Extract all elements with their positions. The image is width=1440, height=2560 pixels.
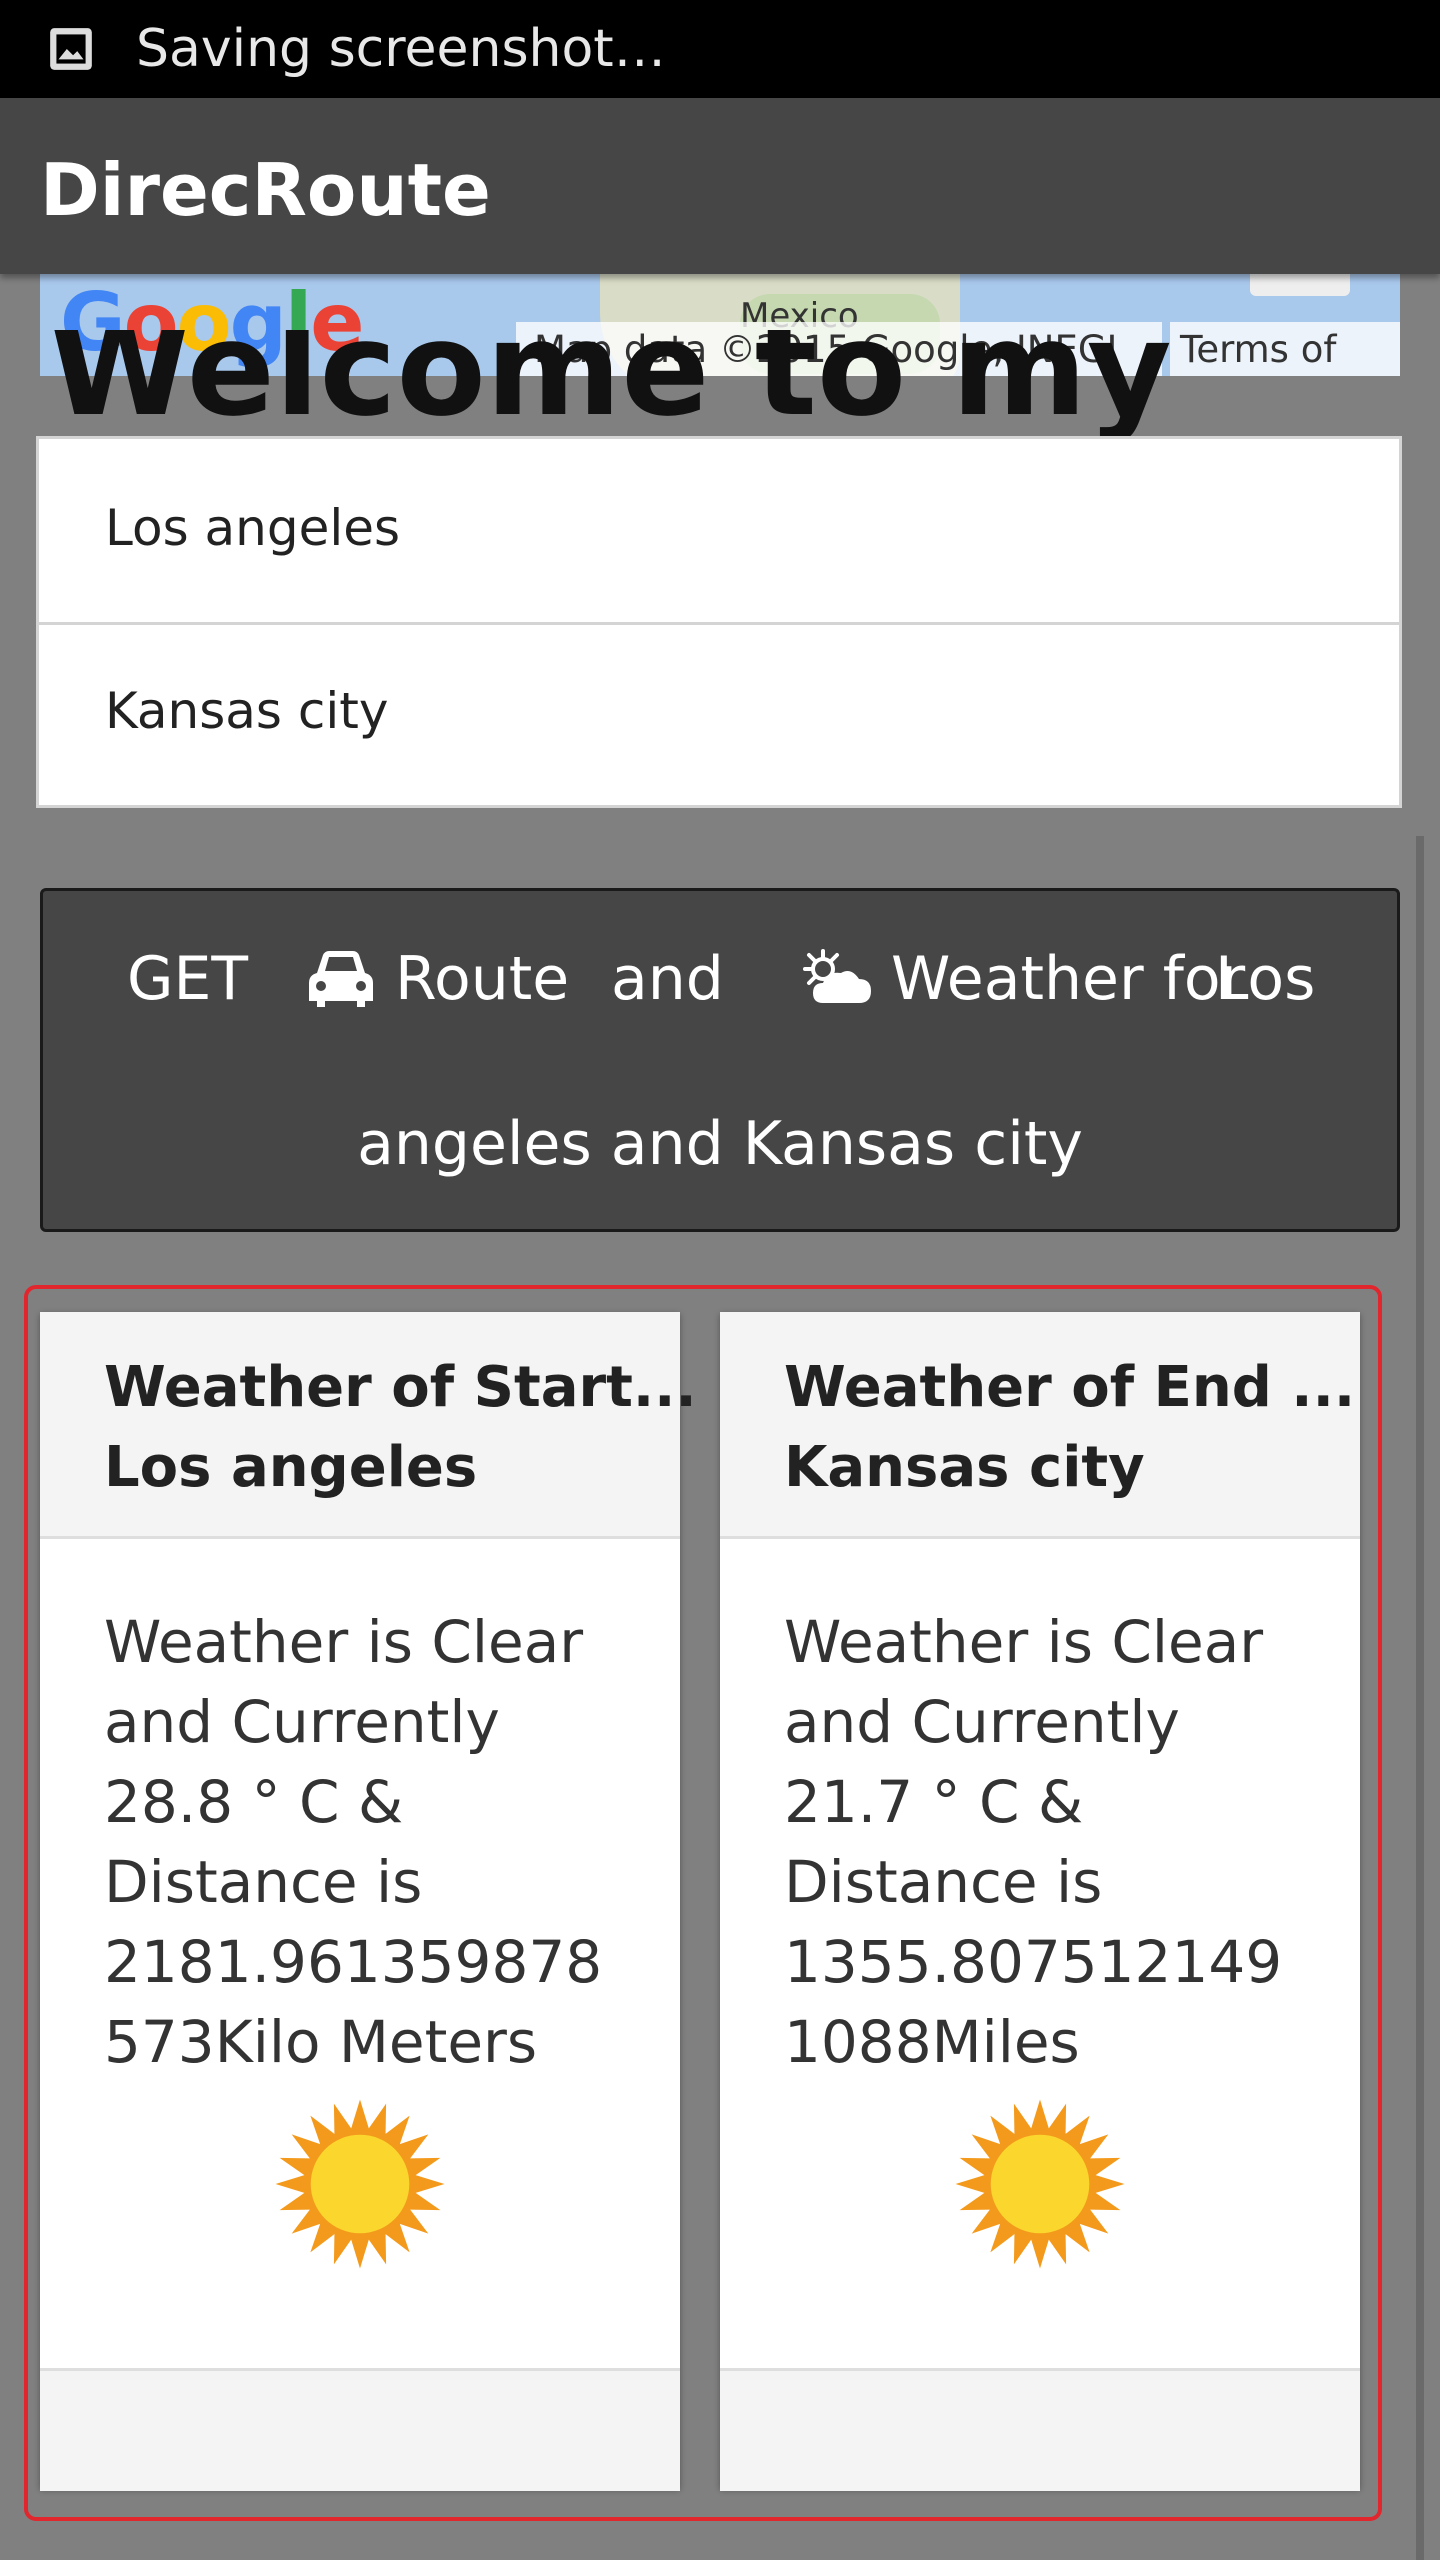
button-weather-for-label: Weather for (891, 944, 1246, 1014)
distance-line: Distance is (104, 1848, 423, 1916)
weather-line: Weather is Clear (784, 1608, 1264, 1676)
route-form (36, 436, 1402, 808)
status-bar: Saving screenshot… (0, 0, 1440, 98)
sun-icon (955, 2099, 1125, 2269)
card-header: Weather of End ... Kansas city (720, 1312, 1360, 1539)
card-title: Weather of Start... (104, 1355, 697, 1420)
scrollbar[interactable] (1416, 836, 1424, 2560)
distance-line: Distance is (784, 1848, 1103, 1916)
welcome-heading: Welcome to my (48, 330, 1172, 440)
distance-value: 1355.807512149 (784, 1928, 1283, 1996)
weather-line: and Currently (784, 1688, 1180, 1756)
temperature-line: 21.7 ° C & (784, 1768, 1084, 1836)
end-field-container (39, 622, 1399, 805)
get-route-weather-button[interactable]: GET Route and Weather for Los angeles an… (40, 888, 1400, 1232)
sun-icon (275, 2099, 445, 2269)
weather-line: Weather is Clear (104, 1608, 584, 1676)
button-los-label: Los (1215, 944, 1316, 1014)
start-weather-card: Weather of Start... Los angeles Weather … (40, 1312, 697, 2491)
distance-unit: 1088Miles (784, 2008, 1080, 2076)
card-city: Kansas city (784, 1435, 1145, 1500)
status-text: Saving screenshot… (136, 19, 666, 79)
temperature-line: 28.8 ° C & (104, 1768, 404, 1836)
car-icon (309, 951, 373, 1007)
start-field-container (39, 439, 1399, 625)
card-header: Weather of Start... Los angeles (40, 1312, 697, 1539)
map-control[interactable] (1250, 274, 1350, 296)
app-title: DirecRoute (40, 148, 491, 232)
partly-cloudy-icon (803, 949, 871, 1003)
card-footer (720, 2368, 1360, 2491)
card-city: Los angeles (104, 1435, 478, 1500)
start-location-input[interactable] (105, 499, 1305, 557)
end-location-input[interactable] (105, 682, 1305, 740)
button-and-label: and (611, 944, 724, 1014)
distance-unit: 573Kilo Meters (104, 2008, 538, 2076)
button-route-label: Route (395, 944, 570, 1014)
image-icon (50, 28, 92, 70)
card-footer (40, 2368, 680, 2491)
button-destination-label: angeles and Kansas city (357, 1109, 1083, 1179)
end-weather-card: Weather of End ... Kansas city Weather i… (720, 1312, 1360, 2491)
button-get-label: GET (127, 944, 249, 1014)
card-title: Weather of End ... (784, 1355, 1356, 1420)
app-bar: DirecRoute (0, 98, 1440, 274)
card-body: Weather is Clear and Currently 28.8 ° C … (104, 1602, 664, 2082)
card-body: Weather is Clear and Currently 21.7 ° C … (784, 1602, 1344, 2082)
weather-line: and Currently (104, 1688, 500, 1756)
distance-value: 2181.961359878 (104, 1928, 603, 1996)
